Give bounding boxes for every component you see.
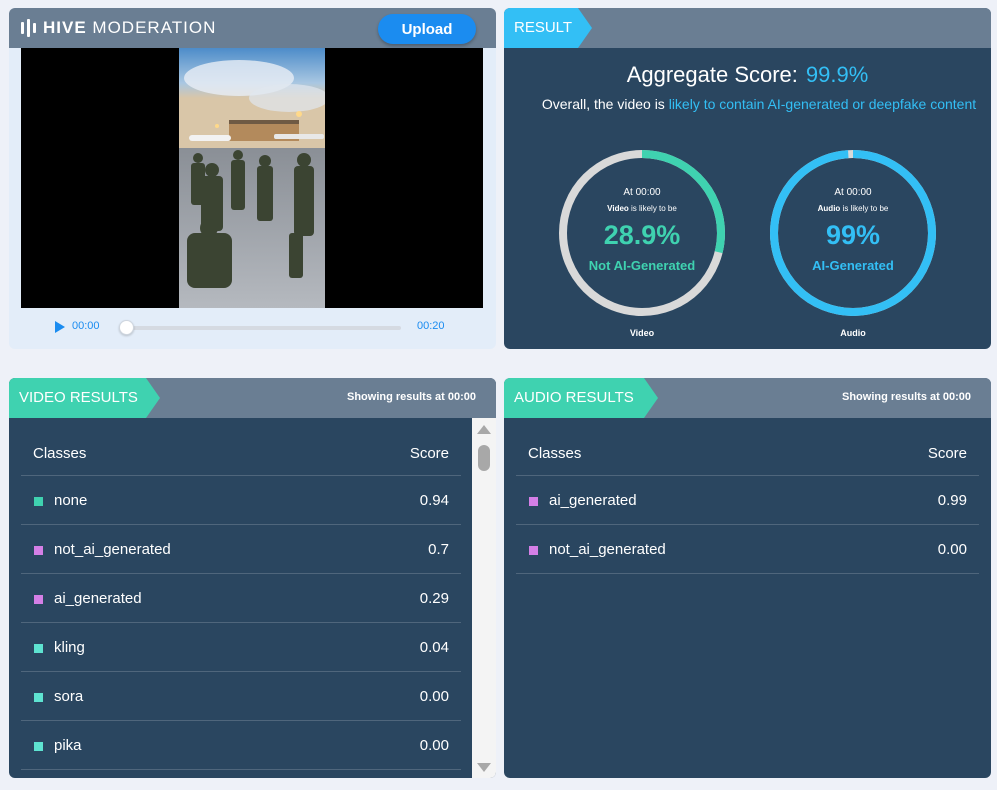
video-results-header: VIDEO RESULTS Showing results at 00:00 (9, 378, 496, 418)
hive-logo: HIVE MODERATION (21, 18, 216, 38)
video-gauge-time: At 00:00 (623, 187, 661, 198)
class-score: 0.94 (419, 492, 449, 509)
table-row: ai_generated 0.99 (516, 476, 979, 525)
aggregate-value: 99.9% (805, 62, 869, 87)
video-gauge-label: Not AI-Generated (588, 258, 696, 273)
video-results-tab: VIDEO RESULTS (9, 378, 160, 418)
audio-results-panel: AUDIO RESULTS Showing results at 00:00 C… (504, 378, 991, 778)
class-color-swatch (34, 644, 43, 653)
class-name: none (54, 492, 88, 509)
class-color-swatch (34, 693, 43, 702)
overall-highlight: likely to contain AI-generated or deepfa… (668, 96, 977, 112)
video-player-panel: HIVE MODERATION Upload 00:00 00:20 (9, 8, 496, 349)
scroll-up-icon[interactable] (477, 425, 491, 434)
video-results-panel: VIDEO RESULTS Showing results at 00:00 C… (9, 378, 496, 778)
class-name: kling (54, 639, 85, 656)
duration-time: 00:20 (417, 320, 445, 332)
class-name: pika (54, 737, 82, 754)
seek-bar[interactable] (125, 326, 401, 330)
video-viewport[interactable] (21, 48, 483, 308)
audio-results-table: Classes Score ai_generated 0.99 not_ai_gen… (516, 418, 979, 574)
col-score: Score (927, 445, 967, 462)
audio-gauge-percent: 99% (825, 220, 881, 250)
hive-logo-icon (21, 19, 36, 37)
player-controls: 00:00 00:20 (9, 308, 496, 349)
class-name: not_ai_generated (549, 541, 666, 558)
table-row: pika 0.00 (21, 721, 461, 770)
table-row: sora 0.00 (21, 672, 461, 721)
col-classes: Classes (33, 445, 87, 462)
brand-bold: HIVE (43, 18, 87, 37)
table-row: ai_generated 0.29 (21, 574, 461, 623)
class-color-swatch (529, 497, 538, 506)
video-gauge-media: Video (607, 204, 629, 213)
class-color-swatch (529, 546, 538, 555)
audio-gauge-time: At 00:00 (834, 187, 872, 198)
table-row: kling 0.04 (21, 623, 461, 672)
aggregate-score: Aggregate Score: 99.9% (504, 62, 991, 88)
overall-verdict: Overall, the video is likely to contain … (524, 93, 991, 115)
class-score: 0.00 (419, 737, 449, 754)
overall-prefix: Overall, the video is (541, 96, 665, 112)
audio-showing-prefix: Showing results at (842, 391, 940, 403)
current-time: 00:00 (72, 320, 100, 332)
audio-results-tab: AUDIO RESULTS (504, 378, 658, 418)
upload-button[interactable]: Upload (378, 14, 476, 44)
video-gauge-likely: is likely to be (631, 204, 677, 213)
video-showing-text: Showing results at 00:00 (347, 391, 476, 403)
class-name: sora (54, 688, 84, 705)
video-frame-image (179, 48, 325, 308)
video-results-table: Classes Score none 0.94 not_ai_generated 0.… (21, 418, 461, 770)
class-color-swatch (34, 497, 43, 506)
table-header: Classes Score (516, 418, 979, 476)
aggregate-label: Aggregate Score: (626, 62, 798, 87)
class-score: 0.04 (419, 639, 449, 656)
video-showing-prefix: Showing results at (347, 391, 445, 403)
video-gauge: At 00:00 Video is likely to be 28.9% Not… (556, 147, 728, 319)
audio-gauge: At 00:00 Audio is likely to be 99% AI-Ge… (767, 147, 939, 319)
class-name: ai_generated (549, 492, 637, 509)
result-header: RESULT (504, 8, 991, 48)
class-score: 0.29 (419, 590, 449, 607)
audio-showing-time: 00:00 (942, 391, 971, 403)
brand-light: MODERATION (92, 18, 217, 37)
class-name: not_ai_generated (54, 541, 171, 558)
video-gauge-caption: Video (629, 328, 655, 338)
class-score: 0.7 (428, 541, 449, 558)
audio-gauge-media: Audio (817, 204, 841, 213)
col-score: Score (409, 445, 449, 462)
video-showing-time: 00:00 (447, 391, 476, 403)
scroll-down-icon[interactable] (477, 763, 491, 772)
class-color-swatch (34, 742, 43, 751)
col-classes: Classes (528, 445, 582, 462)
class-color-swatch (34, 546, 43, 555)
result-panel: RESULT Aggregate Score: 99.9% Overall, th… (504, 8, 991, 349)
audio-gauge-caption: Audio (840, 328, 866, 338)
class-score: 0.99 (937, 492, 967, 509)
class-color-swatch (34, 595, 43, 604)
play-icon[interactable] (55, 321, 65, 333)
class-name: ai_generated (54, 590, 142, 607)
table-row: not_ai_generated 0.00 (516, 525, 979, 574)
class-score: 0.00 (937, 541, 967, 558)
audio-gauge-label: AI-Generated (812, 258, 894, 273)
scroll-thumb[interactable] (478, 445, 490, 471)
audio-results-header: AUDIO RESULTS Showing results at 00:00 (504, 378, 991, 418)
audio-showing-text: Showing results at 00:00 (842, 391, 971, 403)
table-header: Classes Score (21, 418, 461, 476)
player-header: HIVE MODERATION Upload (9, 8, 496, 48)
video-gauge-percent: 28.9% (603, 220, 681, 250)
table-row: none 0.94 (21, 476, 461, 525)
result-tab: RESULT (504, 8, 592, 48)
audio-gauge-likely: is likely to be (842, 204, 889, 213)
seek-handle[interactable] (119, 320, 134, 335)
table-row: not_ai_generated 0.7 (21, 525, 461, 574)
class-score: 0.00 (419, 688, 449, 705)
results-scrollbar[interactable] (472, 418, 496, 778)
